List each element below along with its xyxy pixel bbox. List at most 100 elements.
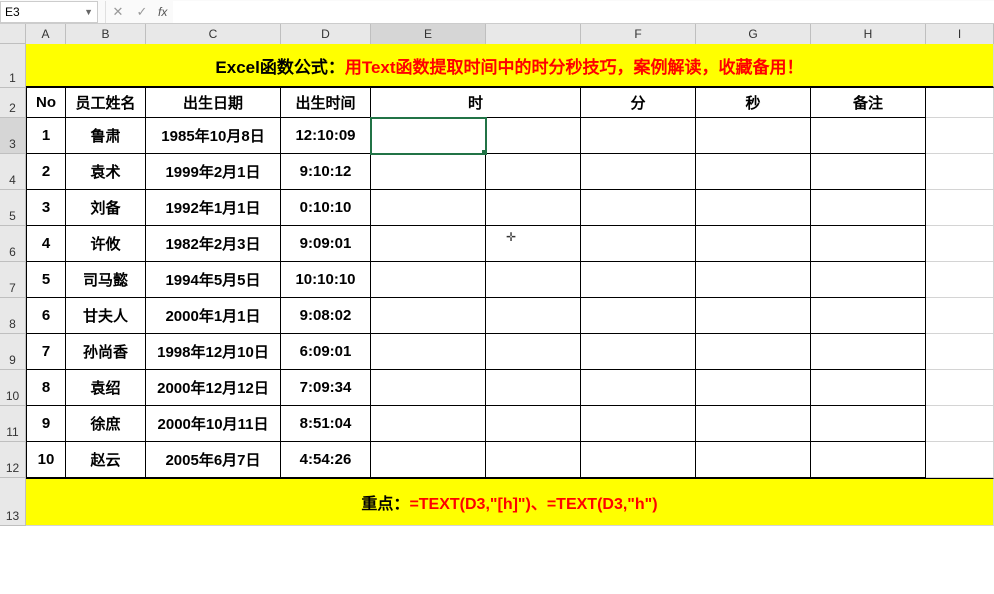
cell-name[interactable]: 徐庶 — [66, 406, 146, 442]
cell-bdate[interactable]: 1982年2月3日 — [146, 226, 281, 262]
cell-remark[interactable] — [811, 406, 926, 442]
row-header-1[interactable]: 1 — [0, 44, 26, 88]
cell-hour2[interactable] — [486, 370, 581, 406]
col-header-B[interactable]: B — [66, 24, 146, 44]
cell-hour2[interactable] — [486, 442, 581, 478]
row-header-2[interactable]: 2 — [0, 88, 26, 118]
cell-no[interactable]: 5 — [26, 262, 66, 298]
cell-bdate[interactable]: 1999年2月1日 — [146, 154, 281, 190]
row-header[interactable]: 7 — [0, 262, 26, 298]
cell-bdate[interactable]: 2000年12月12日 — [146, 370, 281, 406]
cell-remark[interactable] — [811, 190, 926, 226]
cell-blank[interactable] — [926, 154, 994, 190]
row-header[interactable]: 11 — [0, 406, 26, 442]
cell-minute[interactable] — [581, 154, 696, 190]
cell-hour[interactable] — [371, 406, 486, 442]
cell-blank[interactable] — [926, 298, 994, 334]
cell-no[interactable]: 7 — [26, 334, 66, 370]
formula-input[interactable] — [173, 1, 994, 23]
footer-cell[interactable]: 重点： =TEXT(D3,"[h]")、=TEXT(D3,"h") — [26, 478, 994, 526]
cell-blank[interactable] — [926, 442, 994, 478]
col-header-H[interactable]: H — [811, 24, 926, 44]
cell-no[interactable]: 9 — [26, 406, 66, 442]
cell-blank[interactable] — [926, 118, 994, 154]
cell-name[interactable]: 赵云 — [66, 442, 146, 478]
row-header[interactable]: 10 — [0, 370, 26, 406]
cell-no[interactable]: 8 — [26, 370, 66, 406]
cell-remark[interactable] — [811, 226, 926, 262]
cell-remark[interactable] — [811, 442, 926, 478]
cell-second[interactable] — [696, 262, 811, 298]
cell-remark[interactable] — [811, 154, 926, 190]
cell-minute[interactable] — [581, 262, 696, 298]
cell-bdate[interactable]: 1992年1月1日 — [146, 190, 281, 226]
cell-remark[interactable] — [811, 298, 926, 334]
cell-hour[interactable] — [371, 226, 486, 262]
cell-remark[interactable] — [811, 262, 926, 298]
cell-minute[interactable] — [581, 298, 696, 334]
cell-second[interactable] — [696, 226, 811, 262]
cell-remark[interactable] — [811, 334, 926, 370]
cell-bdate[interactable]: 2005年6月7日 — [146, 442, 281, 478]
cell-hour2[interactable] — [486, 298, 581, 334]
row-header-13[interactable]: 13 — [0, 478, 26, 526]
cell-second[interactable] — [696, 334, 811, 370]
header-no[interactable]: No — [26, 88, 66, 118]
cell-name[interactable]: 孙尚香 — [66, 334, 146, 370]
cell-second[interactable] — [696, 298, 811, 334]
col-header-A[interactable]: A — [26, 24, 66, 44]
cell-hour[interactable] — [371, 154, 486, 190]
cell-btime[interactable]: 6:09:01 — [281, 334, 371, 370]
col-header-D[interactable]: D — [281, 24, 371, 44]
select-all-corner[interactable] — [0, 24, 26, 44]
cell-no[interactable]: 1 — [26, 118, 66, 154]
cell-btime[interactable]: 9:10:12 — [281, 154, 371, 190]
cell-bdate[interactable]: 2000年10月11日 — [146, 406, 281, 442]
cell-minute[interactable] — [581, 118, 696, 154]
cell-blank[interactable] — [926, 370, 994, 406]
cell-name[interactable]: 许攸 — [66, 226, 146, 262]
cell-name[interactable]: 甘夫人 — [66, 298, 146, 334]
cell-btime[interactable]: 7:09:34 — [281, 370, 371, 406]
cell-remark[interactable] — [811, 370, 926, 406]
cell-minute[interactable] — [581, 442, 696, 478]
cell-minute[interactable] — [581, 226, 696, 262]
fx-icon[interactable]: fx — [158, 5, 167, 19]
cell-hour2[interactable] — [486, 118, 581, 154]
cell-blank[interactable] — [926, 334, 994, 370]
header-bdate[interactable]: 出生日期 — [146, 88, 281, 118]
cell-hour2[interactable] — [486, 334, 581, 370]
col-header-I[interactable]: I — [926, 24, 994, 44]
cell-bdate[interactable]: 1994年5月5日 — [146, 262, 281, 298]
cell-btime[interactable]: 0:10:10 — [281, 190, 371, 226]
cell-minute[interactable] — [581, 370, 696, 406]
cell-second[interactable] — [696, 406, 811, 442]
cancel-icon[interactable]: ✕ — [106, 1, 130, 23]
cell-minute[interactable] — [581, 190, 696, 226]
header-name[interactable]: 员工姓名 — [66, 88, 146, 118]
header-second[interactable]: 秒 — [696, 88, 811, 118]
name-box[interactable]: E3 ▼ — [0, 1, 98, 23]
cell-second[interactable] — [696, 442, 811, 478]
header-remark[interactable]: 备注 — [811, 88, 926, 118]
cell-btime[interactable]: 9:08:02 — [281, 298, 371, 334]
cell-hour[interactable] — [371, 370, 486, 406]
col-header-C[interactable]: C — [146, 24, 281, 44]
title-cell[interactable]: Excel函数公式： 用Text函数提取时间中的时分秒技巧，案例解读，收藏备用！ — [26, 44, 994, 88]
enter-icon[interactable]: ✓ — [130, 1, 154, 23]
cell-blank[interactable] — [926, 262, 994, 298]
cell-hour2[interactable] — [486, 190, 581, 226]
cell-no[interactable]: 4 — [26, 226, 66, 262]
cell-remark[interactable] — [811, 118, 926, 154]
row-header[interactable]: 5 — [0, 190, 26, 226]
header-btime[interactable]: 出生时间 — [281, 88, 371, 118]
cell-name[interactable]: 司马懿 — [66, 262, 146, 298]
col-header-F[interactable]: F — [581, 24, 696, 44]
cell-no[interactable]: 3 — [26, 190, 66, 226]
cell-name[interactable]: 袁术 — [66, 154, 146, 190]
cell-hour2[interactable] — [486, 262, 581, 298]
cell-btime[interactable]: 4:54:26 — [281, 442, 371, 478]
cell-no[interactable]: 2 — [26, 154, 66, 190]
cell-bdate[interactable]: 1998年12月10日 — [146, 334, 281, 370]
cell-no[interactable]: 10 — [26, 442, 66, 478]
